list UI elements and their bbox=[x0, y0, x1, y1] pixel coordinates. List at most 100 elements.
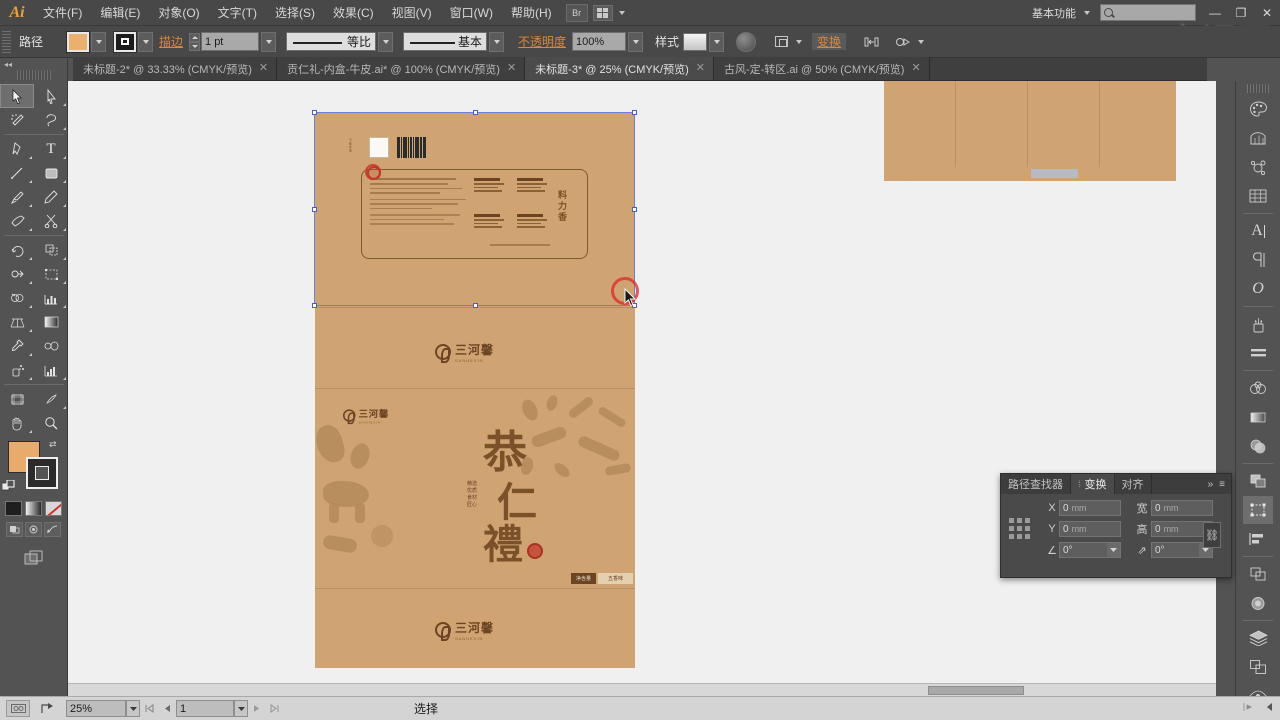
menu-file[interactable]: 文件(F) bbox=[34, 0, 91, 26]
restore-button[interactable]: ❐ bbox=[1228, 0, 1254, 26]
toolbar-collapse-icon[interactable]: ◂◂ bbox=[0, 58, 67, 70]
panel-menu-icon[interactable]: ≡ bbox=[1219, 479, 1225, 490]
width-tool[interactable] bbox=[0, 262, 34, 286]
artboard-nav-prev-icon[interactable] bbox=[164, 704, 171, 713]
menu-type[interactable]: 文字(T) bbox=[209, 0, 266, 26]
stroke-color-swatch[interactable] bbox=[26, 457, 58, 489]
menu-view[interactable]: 视图(V) bbox=[383, 0, 441, 26]
horizontal-scroll-thumb[interactable] bbox=[928, 686, 1024, 695]
opacity-field[interactable]: 100% bbox=[572, 32, 627, 51]
stroke-color-control[interactable] bbox=[113, 30, 153, 53]
blob-brush-tool[interactable] bbox=[0, 209, 34, 233]
artboard-nav-next-icon[interactable] bbox=[253, 704, 260, 713]
x-input[interactable]: 0 mm bbox=[1059, 500, 1121, 516]
isolate-object-button[interactable] bbox=[860, 32, 882, 52]
stroke-swatch[interactable] bbox=[113, 30, 137, 53]
workspace-chevron-down-icon[interactable] bbox=[1084, 10, 1090, 15]
stroke-weight-stepper[interactable] bbox=[189, 32, 201, 51]
color-panel-icon[interactable] bbox=[1243, 95, 1273, 123]
profile-chevron-down-icon[interactable] bbox=[378, 31, 394, 52]
status-collapse-icon[interactable] bbox=[1265, 702, 1274, 715]
panel-tab-pathfinder[interactable]: 路径查找器 bbox=[1001, 474, 1071, 494]
menu-object[interactable]: 对象(O) bbox=[149, 0, 208, 26]
paragraph-panel-icon[interactable] bbox=[1243, 246, 1273, 274]
stroke-chevron-down-icon[interactable] bbox=[138, 31, 153, 52]
document-canvas[interactable]: 川味牛肉 料 力 香 三河馨 SANHEXIN 三河馨 SANHEXIN 恭 仁… bbox=[68, 81, 1216, 696]
transparency-panel-icon[interactable] bbox=[1243, 432, 1273, 460]
control-bar-grip[interactable] bbox=[2, 30, 11, 53]
toolbar-grip[interactable] bbox=[16, 70, 51, 80]
free-transform-tool[interactable] bbox=[34, 262, 68, 286]
opacity-mask-button[interactable] bbox=[736, 31, 757, 52]
select-similar-chevron-down-icon[interactable] bbox=[918, 39, 925, 44]
artboard-number-field[interactable]: 1 bbox=[176, 700, 234, 717]
links-panel-icon[interactable] bbox=[1243, 653, 1273, 681]
symbol-sprayer-tool[interactable] bbox=[0, 358, 34, 382]
scissors-tool[interactable] bbox=[34, 209, 68, 233]
transform-panel-icon[interactable] bbox=[1243, 496, 1273, 524]
pencil-tool[interactable] bbox=[34, 185, 68, 209]
line-segment-tool[interactable] bbox=[0, 161, 34, 185]
constrain-proportions-toggle[interactable]: ⛓ bbox=[1203, 522, 1221, 548]
fill-chevron-down-icon[interactable] bbox=[91, 31, 106, 52]
minimize-button[interactable]: — bbox=[1202, 0, 1228, 26]
reference-point-selector[interactable] bbox=[1009, 518, 1031, 540]
artboard-1[interactable]: 川味牛肉 料 力 香 三河馨 SANHEXIN 三河馨 SANHEXIN 恭 仁… bbox=[312, 113, 635, 668]
graphic-style-swatch[interactable] bbox=[683, 32, 708, 51]
scale-tool[interactable] bbox=[34, 238, 68, 262]
default-fill-stroke-icon[interactable] bbox=[1, 479, 15, 493]
align-button[interactable] bbox=[770, 32, 792, 52]
artboards-panel-icon[interactable] bbox=[1243, 560, 1273, 588]
brush-definition-select[interactable]: 基本 bbox=[403, 32, 488, 51]
rectangle-tool[interactable] bbox=[34, 161, 68, 185]
zoom-tool[interactable] bbox=[34, 411, 68, 435]
close-icon[interactable]: ✕ bbox=[259, 63, 268, 74]
document-tab[interactable]: 贡仁礼-内盒-牛皮.ai* @ 100% (CMYK/预览) ✕ bbox=[277, 57, 526, 80]
document-tab[interactable]: 未标题-2* @ 33.33% (CMYK/预览) ✕ bbox=[73, 57, 278, 80]
draw-normal-button[interactable] bbox=[6, 522, 23, 537]
angle-chevron-down-icon[interactable] bbox=[1107, 543, 1120, 557]
draw-inside-button[interactable] bbox=[44, 522, 61, 537]
stroke-weight-field[interactable]: 1 pt bbox=[201, 32, 260, 51]
brush-chevron-down-icon[interactable] bbox=[489, 31, 505, 52]
gradient-tool[interactable] bbox=[34, 310, 68, 334]
zoom-chevron-down-icon[interactable] bbox=[126, 700, 140, 717]
color-none-button[interactable] bbox=[45, 501, 62, 516]
opacity-chevron-down-icon[interactable] bbox=[628, 31, 644, 52]
panel-tab-align[interactable]: 对齐 bbox=[1115, 474, 1152, 494]
zoom-level-field[interactable]: 25% bbox=[66, 700, 126, 717]
blend-tool[interactable] bbox=[34, 334, 68, 358]
paintbrush-tool[interactable] bbox=[0, 185, 34, 209]
stroke-profile-select[interactable]: 等比 bbox=[286, 32, 377, 51]
perspective-grid-tool[interactable] bbox=[0, 310, 34, 334]
box-dieline-artwork[interactable] bbox=[884, 81, 1176, 181]
screen-mode-button[interactable] bbox=[21, 547, 47, 569]
lasso-tool[interactable] bbox=[34, 108, 68, 132]
column-graph-tool[interactable] bbox=[34, 286, 68, 310]
color-solid-button[interactable] bbox=[5, 501, 22, 516]
panel-tab-transform[interactable]: ⁞ 变换 bbox=[1071, 474, 1115, 494]
artboard-tool[interactable] bbox=[0, 387, 34, 411]
color-guide-icon[interactable] bbox=[1243, 124, 1273, 152]
shape-builder-tool[interactable] bbox=[0, 286, 34, 310]
menu-window[interactable]: 窗口(W) bbox=[441, 0, 502, 26]
swatches-icon[interactable] bbox=[1243, 182, 1273, 210]
align-panel-icon[interactable] bbox=[1243, 525, 1273, 553]
artboard-chevron-down-icon[interactable] bbox=[234, 700, 248, 717]
brushes-panel-icon[interactable] bbox=[1243, 310, 1273, 338]
character-panel-icon[interactable]: A bbox=[1243, 217, 1273, 245]
close-icon[interactable]: ✕ bbox=[911, 63, 920, 74]
color-gradient-button[interactable] bbox=[25, 501, 42, 516]
graphic-styles-icon[interactable] bbox=[1243, 374, 1273, 402]
canvas-horizontal-scrollbar[interactable] bbox=[68, 683, 1216, 696]
document-tab-active[interactable]: 未标题-3* @ 25% (CMYK/预览) ✕ bbox=[525, 57, 714, 80]
align-chevron-down-icon[interactable] bbox=[796, 39, 803, 44]
search-input[interactable] bbox=[1100, 4, 1196, 21]
hand-tool[interactable] bbox=[0, 411, 34, 435]
menu-select[interactable]: 选择(S) bbox=[266, 0, 324, 26]
document-info-icon[interactable] bbox=[6, 700, 30, 717]
status-resize-grip[interactable] bbox=[1243, 702, 1257, 715]
slice-tool[interactable] bbox=[34, 387, 68, 411]
menu-effect[interactable]: 效果(C) bbox=[324, 0, 383, 26]
rotate-tool[interactable] bbox=[0, 238, 34, 262]
